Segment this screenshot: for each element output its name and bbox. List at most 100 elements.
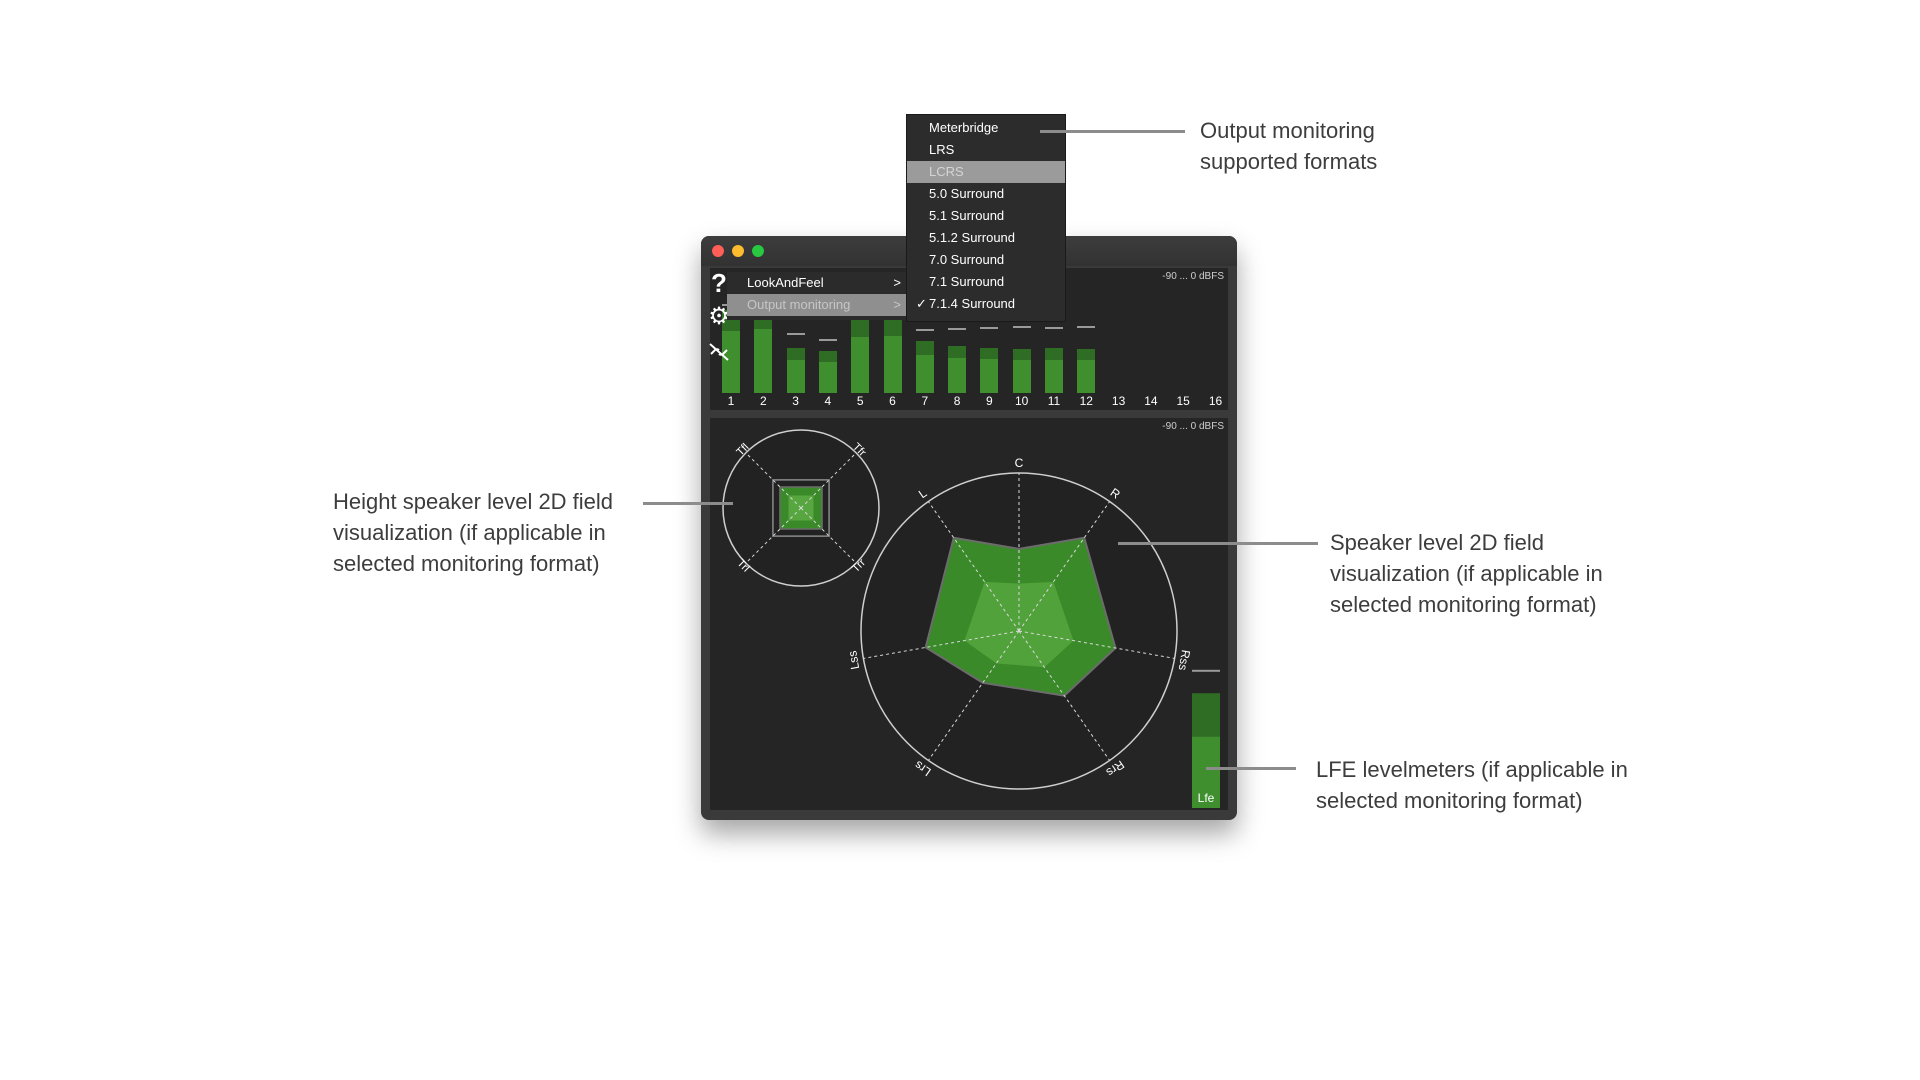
- channel-label: 4: [824, 394, 832, 408]
- speaker-label: R: [1108, 485, 1123, 502]
- speaker-label: Lss: [845, 650, 862, 671]
- speaker-field-svg: CRRssRrsLrsLssLTfl TfrTrrTrlLfe: [722, 429, 1220, 808]
- annotation-line: LFE levelmeters (if applicable in: [1316, 757, 1628, 782]
- meter-bar-level: [948, 346, 967, 358]
- leader-line-formats: [1040, 130, 1185, 133]
- unlink-icon-graphic: [709, 343, 729, 361]
- lfe-meter-level: [1192, 693, 1220, 737]
- unlink-icon[interactable]: [706, 339, 732, 365]
- meter-bar-rms: [915, 355, 934, 393]
- channel-label: 3: [792, 394, 799, 408]
- annotation-lfe: LFE levelmeters (if applicable in select…: [1316, 754, 1628, 816]
- format-item-7-1-4-surround[interactable]: ✓ 7.1.4 Surround: [907, 293, 1065, 315]
- meter-bar-level: [1045, 348, 1063, 360]
- format-label: 7.1 Surround: [929, 274, 1005, 289]
- menu-item-output-monitoring[interactable]: Output monitoring >: [727, 294, 909, 316]
- lfe-peak-hold: [1192, 669, 1220, 672]
- annotation-height-field: Height speaker level 2D field visualizat…: [333, 486, 613, 579]
- format-label: Meterbridge: [929, 120, 999, 135]
- channel-label: 16: [1208, 394, 1223, 408]
- minimize-button[interactable]: [732, 245, 744, 257]
- leader-line-lfe: [1206, 767, 1296, 770]
- checkmark-icon: ✓: [916, 296, 927, 311]
- channel-label: 13: [1111, 394, 1126, 408]
- meter-peak-hold: [915, 329, 934, 331]
- format-item-7-0-surround[interactable]: 7.0 Surround: [907, 249, 1065, 271]
- speaker-label: L: [916, 486, 930, 501]
- meter-bar-level: [1077, 349, 1096, 360]
- chevron-right-icon: >: [893, 275, 901, 290]
- annotation-line: Output monitoring: [1200, 118, 1375, 143]
- menu-item-label: Output monitoring: [747, 297, 851, 312]
- format-label: LCRS: [929, 164, 964, 179]
- meter-peak-hold: [1045, 327, 1063, 329]
- meter-peak-hold: [1012, 326, 1031, 328]
- annotation-output-formats: Output monitoring supported formats: [1200, 115, 1377, 177]
- format-item-lrs[interactable]: LRS: [907, 139, 1065, 161]
- format-label: 5.0 Surround: [929, 186, 1005, 201]
- channel-label: 10: [1015, 394, 1029, 408]
- channel-label: 9: [986, 394, 993, 408]
- meter-bar-level: [1012, 349, 1031, 360]
- annotation-line: selected monitoring format): [333, 551, 600, 576]
- meter-peak-hold: [818, 339, 837, 341]
- format-item-5-1-2-surround[interactable]: 5.1.2 Surround: [907, 227, 1065, 249]
- menu-item-label: LookAndFeel: [747, 275, 824, 290]
- annotation-line: supported formats: [1200, 149, 1378, 174]
- channel-label: 7: [921, 394, 929, 408]
- meter-bar-rms: [948, 358, 967, 393]
- context-menu: LookAndFeel > Output monitoring >: [727, 272, 909, 320]
- format-item-7-1-surround[interactable]: 7.1 Surround: [907, 271, 1065, 293]
- menu-item-lookandfeel[interactable]: LookAndFeel >: [727, 272, 909, 294]
- format-label: 5.1 Surround: [929, 208, 1005, 223]
- meter-bar-rms: [883, 336, 902, 393]
- meter-bar-rms: [980, 359, 999, 393]
- channel-label: 5: [856, 394, 864, 408]
- plugin-window: -90 ... 0 dBFS 1 2 3 4 5 6 7 8 9 10 11 12 13 14 15 16 ?…: [701, 236, 1237, 820]
- close-button[interactable]: [712, 245, 724, 257]
- meter-bar-rms: [1012, 360, 1031, 393]
- format-item-5-1-surround[interactable]: 5.1 Surround: [907, 205, 1065, 227]
- annotation-line: selected monitoring format): [1330, 592, 1597, 617]
- channel-label: 6: [889, 394, 896, 408]
- channel-label: 8: [953, 394, 961, 408]
- meter-bar-rms: [1045, 360, 1063, 393]
- meter-peak-hold: [1077, 326, 1096, 328]
- format-label: 5.1.2 Surround: [929, 230, 1016, 245]
- meter-bar-rms: [818, 362, 837, 393]
- annotation-line: visualization (if applicable in: [1330, 561, 1603, 586]
- channel-label: 2: [759, 394, 767, 408]
- format-item-lcrs[interactable]: LCRS: [907, 161, 1065, 183]
- meter-bar-rms: [851, 337, 870, 393]
- zoom-button[interactable]: [752, 245, 764, 257]
- meter-peak-hold: [948, 328, 967, 330]
- format-label: LRS: [929, 142, 955, 157]
- meter-bar-level: [786, 348, 805, 360]
- annotation-line: visualization (if applicable in: [333, 520, 606, 545]
- annotation-line: Height speaker level 2D field: [333, 489, 614, 514]
- format-item-meterbridge[interactable]: Meterbridge: [907, 117, 1065, 139]
- speaker-label: C: [1015, 456, 1024, 470]
- meter-peak-hold: [980, 327, 999, 329]
- meter-bar-rms: [786, 360, 805, 393]
- lfe-label: Lfe: [1198, 791, 1215, 805]
- annotation-line: Speaker level 2D field: [1330, 530, 1545, 555]
- format-label: 7.0 Surround: [929, 252, 1005, 267]
- meter-peak-hold: [786, 333, 805, 335]
- meter-bar-level: [818, 351, 837, 362]
- meter-bar-level: [915, 341, 934, 355]
- speaker-label: Rss: [1176, 649, 1193, 672]
- channel-label: 12: [1079, 394, 1093, 408]
- format-label: 7.1.4 Surround: [929, 296, 1016, 311]
- annotation-line: selected monitoring format): [1316, 788, 1583, 813]
- chevron-right-icon: >: [893, 297, 901, 312]
- output-format-menu: Meterbridge LRS LCRS 5.0 Surround 5.1 Su…: [906, 114, 1066, 322]
- meter-bar-rms: [1077, 360, 1096, 393]
- channel-label: 1: [727, 394, 735, 408]
- meter-bar-rms: [754, 329, 773, 393]
- leader-line-height-field: [643, 502, 733, 505]
- channel-label: 11: [1047, 394, 1061, 408]
- format-item-5-0-surround[interactable]: 5.0 Surround: [907, 183, 1065, 205]
- annotation-speaker-field: Speaker level 2D field visualization (if…: [1330, 527, 1603, 620]
- channel-label: 14: [1144, 394, 1158, 408]
